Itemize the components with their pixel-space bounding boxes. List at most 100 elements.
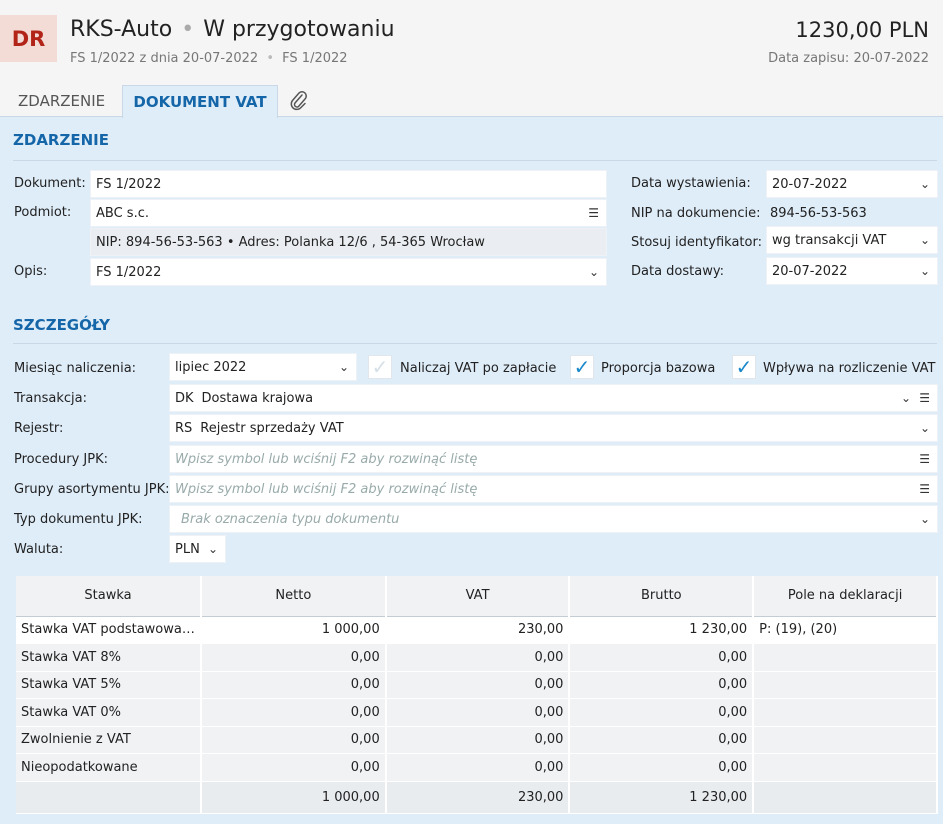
subject-value: ABC s.c. <box>96 205 149 221</box>
section-title-szczegoly: SZCZEGÓŁY <box>13 316 111 334</box>
table-row[interactable]: Nieopodatkowane 0,00 0,00 0,00 <box>16 753 938 782</box>
section-divider <box>13 160 937 161</box>
delivery-date-select[interactable]: 20-07-2022 ⌄ <box>766 257 938 285</box>
vat-rates-table: Stawka Netto VAT Brutto Pole na deklarac… <box>16 576 938 814</box>
column-header-vat[interactable]: VAT <box>385 576 571 617</box>
gross-cell[interactable]: 0,00 <box>569 671 755 699</box>
net-cell[interactable]: 1 000,00 <box>200 616 387 644</box>
month-label: Miesiąc naliczenia: <box>14 361 137 376</box>
net-cell[interactable]: 0,00 <box>200 643 387 672</box>
month-value: lipiec 2022 <box>175 359 247 375</box>
document-type-badge: DR <box>0 15 57 62</box>
jpk-procedures-placeholder: Wpisz symbol lub wciśnij F2 aby rozwinąć… <box>175 451 478 467</box>
chevron-down-icon: ⌄ <box>900 391 911 405</box>
jpk-procedures-label: Procedury JPK: <box>14 452 109 467</box>
description-value: FS 1/2022 <box>96 264 162 280</box>
document-status: W przygotowaniu <box>203 17 395 42</box>
column-header-rate[interactable]: Stawka <box>16 576 202 617</box>
vat-cell[interactable]: 0,00 <box>385 726 571 754</box>
description-field[interactable]: FS 1/2022 ⌄ <box>90 258 607 286</box>
rate-cell: Stawka VAT 8% <box>16 643 202 672</box>
declaration-cell: P: (19), (20) <box>753 616 938 644</box>
list-icon[interactable]: ☰ <box>919 483 930 495</box>
base-ratio-checkbox[interactable]: ✓ <box>570 355 594 379</box>
transaction-name: Dostawa krajowa <box>201 390 314 406</box>
gross-cell[interactable]: 0,00 <box>569 643 755 672</box>
net-cell[interactable]: 0,00 <box>200 753 387 782</box>
table-row[interactable]: Stawka VAT 0% 0,00 0,00 0,00 <box>16 698 938 727</box>
vat-cell[interactable]: 0,00 <box>385 698 571 727</box>
net-cell[interactable]: 0,00 <box>200 671 387 699</box>
vat-cell[interactable]: 0,00 <box>385 753 571 782</box>
list-icon[interactable]: ☰ <box>919 392 930 404</box>
identifier-value: wg transakcji VAT <box>772 232 887 248</box>
save-date: Data zapisu: 20-07-2022 <box>768 51 929 66</box>
tab-bar: ZDARZENIE DOKUMENT VAT <box>0 85 943 118</box>
list-icon[interactable]: ☰ <box>588 207 599 219</box>
register-name: Rejestr sprzedaży VAT <box>200 420 344 436</box>
jpk-procedures-input[interactable]: Wpisz symbol lub wciśnij F2 aby rozwinąć… <box>169 445 938 473</box>
identifier-select[interactable]: wg transakcji VAT ⌄ <box>766 226 938 254</box>
jpk-groups-label: Grupy asortymentu JPK: <box>14 482 170 497</box>
totals-row: 1 000,00 230,00 1 230,00 <box>16 781 938 814</box>
jpk-groups-placeholder: Wpisz symbol lub wciśnij F2 aby rozwinąć… <box>175 481 478 497</box>
net-cell[interactable]: 0,00 <box>200 726 387 754</box>
jpk-type-select[interactable]: Brak oznaczenia typu dokumentu ⌄ <box>169 505 938 533</box>
chevron-down-icon: ⌄ <box>919 512 930 526</box>
table-header-row: Stawka Netto VAT Brutto Pole na deklarac… <box>16 576 938 617</box>
table-row[interactable]: Stawka VAT podstawowa… 1 000,00 230,00 1… <box>16 616 938 644</box>
currency-select[interactable]: PLN ⌄ <box>169 535 226 563</box>
declaration-cell <box>753 753 938 782</box>
gross-cell[interactable]: 1 230,00 <box>569 616 755 644</box>
nip-doc-value: 894-56-53-563 <box>770 206 867 221</box>
gross-cell[interactable]: 0,00 <box>569 753 755 782</box>
table-row[interactable]: Stawka VAT 5% 0,00 0,00 0,00 <box>16 671 938 699</box>
chevron-down-icon: ⌄ <box>919 233 930 247</box>
transaction-select[interactable]: DK Dostawa krajowa ⌄ ☰ <box>169 384 938 412</box>
chevron-down-icon: ⌄ <box>207 542 218 556</box>
column-header-declaration-field[interactable]: Pole na deklaracji <box>753 576 938 617</box>
page-title: RKS-Auto • W przygotowaniu <box>70 17 395 42</box>
tab-attachments[interactable] <box>284 85 314 117</box>
tab-dokument-vat[interactable]: DOKUMENT VAT <box>122 85 278 118</box>
declaration-cell <box>753 726 938 754</box>
vat-cell[interactable]: 0,00 <box>385 671 571 699</box>
tab-zdarzenie[interactable]: ZDARZENIE <box>10 85 113 117</box>
subtitle-separator: • <box>266 51 275 66</box>
total-label-cell <box>16 781 202 814</box>
vat-on-payment-checkbox[interactable]: ✓ <box>368 355 392 379</box>
chevron-down-icon: ⌄ <box>919 177 930 191</box>
issue-date-select[interactable]: 20-07-2022 ⌄ <box>766 170 938 198</box>
chevron-down-icon[interactable]: ⌄ <box>589 266 599 278</box>
rate-cell: Stawka VAT 0% <box>16 698 202 727</box>
nip-doc-label: NIP na dokumencie: <box>631 206 761 221</box>
identifier-label: Stosuj identyfikator: <box>631 235 762 250</box>
affects-vat-checkbox[interactable]: ✓ <box>732 355 756 379</box>
delivery-date-label: Data dostawy: <box>631 264 724 279</box>
register-select[interactable]: RS Rejestr sprzedaży VAT ⌄ <box>169 414 938 442</box>
vat-cell[interactable]: 0,00 <box>385 643 571 672</box>
subject-nip-address: NIP: 894-56-53-563 • Adres: Polanka 12/6… <box>96 234 485 250</box>
transaction-label: Transakcja: <box>14 391 87 406</box>
gross-cell[interactable]: 0,00 <box>569 698 755 727</box>
jpk-groups-input[interactable]: Wpisz symbol lub wciśnij F2 aby rozwinąć… <box>169 475 938 503</box>
document-value: FS 1/2022 <box>96 176 162 192</box>
column-header-gross[interactable]: Brutto <box>569 576 755 617</box>
description-label: Opis: <box>14 264 48 279</box>
table-row[interactable]: Zwolnienie z VAT 0,00 0,00 0,00 <box>16 726 938 754</box>
gross-cell[interactable]: 0,00 <box>569 726 755 754</box>
section-title-zdarzenie: ZDARZENIE <box>13 131 109 149</box>
document-field[interactable]: FS 1/2022 <box>90 170 607 198</box>
column-header-net[interactable]: Netto <box>200 576 387 617</box>
month-select[interactable]: lipiec 2022 ⌄ <box>169 353 357 381</box>
section-divider <box>13 343 937 344</box>
list-icon[interactable]: ☰ <box>919 453 930 465</box>
total-net-cell: 1 000,00 <box>200 781 387 814</box>
declaration-cell <box>753 643 938 672</box>
currency-label: Waluta: <box>14 542 64 557</box>
net-cell[interactable]: 0,00 <box>200 698 387 727</box>
table-row[interactable]: Stawka VAT 8% 0,00 0,00 0,00 <box>16 643 938 672</box>
declaration-cell <box>753 698 938 727</box>
vat-cell[interactable]: 230,00 <box>385 616 571 644</box>
subject-field[interactable]: ABC s.c. ☰ <box>90 199 607 227</box>
